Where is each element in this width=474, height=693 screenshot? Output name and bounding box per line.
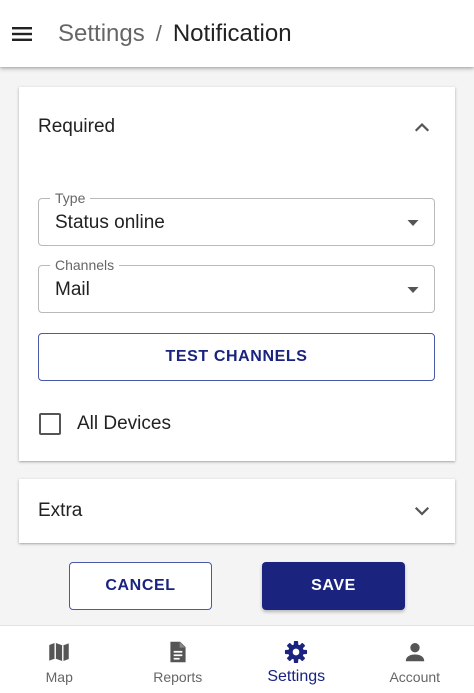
account-icon — [405, 643, 424, 662]
type-select[interactable]: Type Status online — [38, 189, 435, 246]
extra-section: Extra — [19, 479, 455, 543]
breadcrumb-settings-link[interactable]: Settings — [58, 20, 145, 48]
test-channels-button[interactable]: TEST CHANNELS — [38, 333, 435, 381]
menu-button[interactable] — [0, 0, 58, 67]
expand-button[interactable] — [410, 499, 434, 523]
bottom-navigation: Map Reports Settings Account — [0, 625, 474, 693]
settings-icon — [285, 640, 308, 664]
required-section-title: Required — [38, 116, 116, 137]
settings-content: Required Type Status online Channels Mai… — [0, 67, 474, 625]
dropdown-arrow-icon — [407, 287, 419, 293]
breadcrumb-separator: / — [155, 20, 162, 46]
nav-label-account: Account — [389, 669, 441, 685]
extra-section-title: Extra — [38, 500, 83, 521]
required-section: Required Type Status online Channels Mai… — [19, 87, 455, 461]
channels-select[interactable]: Channels Mail — [38, 256, 435, 313]
nav-item-settings[interactable]: Settings — [237, 626, 356, 693]
map-icon — [49, 642, 69, 662]
nav-item-map[interactable]: Map — [0, 626, 119, 693]
dropdown-arrow-icon — [407, 220, 419, 226]
nav-label-reports: Reports — [153, 669, 203, 685]
type-field-value: Status online — [55, 212, 165, 233]
app-bar: Settings / Notification — [0, 0, 474, 67]
reports-icon — [170, 641, 186, 663]
cancel-button[interactable]: CANCEL — [69, 562, 212, 610]
all-devices-option[interactable]: All Devices — [39, 413, 171, 435]
menu-icon — [12, 26, 32, 41]
all-devices-label: All Devices — [77, 413, 171, 434]
nav-item-reports[interactable]: Reports — [119, 626, 238, 693]
nav-label-map: Map — [45, 669, 73, 685]
all-devices-checkbox[interactable] — [39, 413, 61, 435]
extra-section-header[interactable]: Extra — [19, 479, 455, 543]
page-title: Notification — [172, 19, 292, 47]
chevron-up-icon — [414, 122, 430, 132]
type-field-label: Type — [50, 189, 91, 207]
chevron-down-icon — [414, 506, 430, 516]
collapse-button[interactable] — [410, 115, 434, 139]
required-section-header[interactable]: Required — [19, 87, 455, 167]
nav-label-settings: Settings — [267, 668, 326, 685]
breadcrumb: Settings / Notification — [58, 20, 292, 48]
save-button[interactable]: SAVE — [262, 562, 405, 610]
nav-item-account[interactable]: Account — [356, 626, 474, 693]
channels-field-value: Mail — [55, 279, 90, 300]
channels-field-label: Channels — [50, 256, 120, 274]
